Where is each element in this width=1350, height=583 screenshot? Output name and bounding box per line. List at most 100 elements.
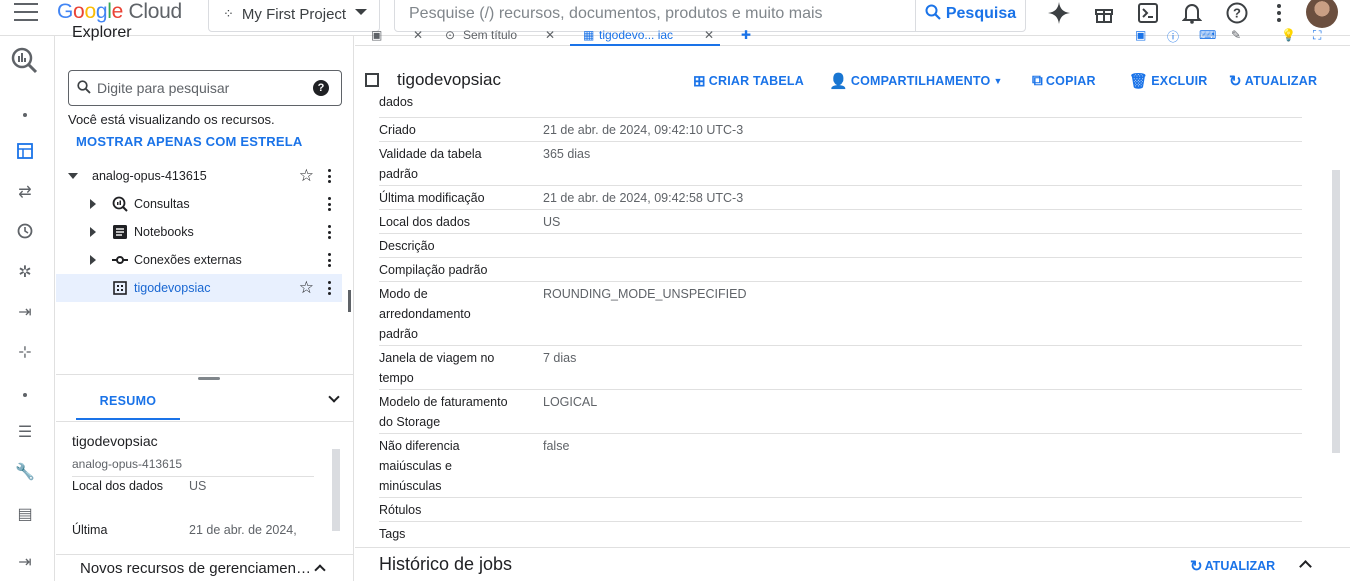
query-tab-icon: ⊙: [445, 28, 456, 42]
expand-arrow-icon[interactable]: [90, 227, 96, 237]
create-table-label: CRIAR TABELA: [708, 74, 804, 88]
info-icon[interactable]: ⓘ: [1167, 28, 1179, 45]
share-button[interactable]: 👤 COMPARTILHAMENTO ▼: [829, 72, 1003, 90]
drag-handle[interactable]: [198, 377, 220, 380]
more-vert-icon[interactable]: [328, 225, 332, 239]
terminal-icon[interactable]: [1138, 0, 1158, 26]
tree-project-row[interactable]: analog-opus-413615 ☆: [56, 162, 342, 190]
expand-rail-icon[interactable]: ⇥: [15, 553, 35, 573]
dataset-details: dados Criado 21 de abr. de 2024, 09:42:1…: [379, 94, 1302, 541]
delete-button[interactable]: 🗑 EXCLUIR: [1129, 72, 1208, 90]
history-icon[interactable]: [15, 223, 35, 243]
partner-center-icon[interactable]: ⊹: [15, 343, 35, 363]
release-notes-icon[interactable]: ▤: [15, 505, 35, 525]
create-table-button[interactable]: ⊞ CRIAR TABELA: [693, 72, 804, 90]
notifications-icon[interactable]: [1182, 0, 1202, 26]
detail-row: Janela de viagem no tempo 7 dias: [379, 346, 1302, 390]
tips-icon[interactable]: 💡: [1281, 28, 1296, 42]
wrench-icon[interactable]: 🔧: [15, 463, 35, 483]
logo-cloud-text: Cloud: [128, 0, 183, 23]
trash-icon: 🗑: [1129, 73, 1149, 90]
google-cloud-logo[interactable]: Google Cloud: [57, 0, 182, 24]
tree-item-label: tigodevopsiac: [134, 281, 211, 295]
analytics-hub-icon[interactable]: ✲: [15, 263, 35, 283]
more-vert-icon[interactable]: [328, 253, 332, 267]
connection-icon: [112, 253, 128, 270]
summary-label: Última modificação: [72, 523, 108, 537]
detail-value: 7 dias: [543, 351, 577, 365]
avatar[interactable]: [1306, 0, 1338, 28]
menu-icon[interactable]: [14, 3, 38, 21]
chevron-up-icon[interactable]: [314, 564, 326, 576]
detail-label: Criado: [379, 123, 416, 137]
tree-item-notebooks[interactable]: Notebooks: [56, 218, 342, 246]
copy-button[interactable]: ⧉ COPIAR: [1032, 72, 1096, 89]
home-tab-icon[interactable]: ▣: [371, 28, 382, 42]
explorer-icon[interactable]: [15, 143, 35, 163]
more-vert-icon[interactable]: [328, 197, 332, 211]
tab-untitled[interactable]: Sem título: [463, 28, 517, 42]
more-vert-icon[interactable]: [1276, 0, 1282, 26]
save-icon[interactable]: ▣: [1135, 28, 1146, 42]
explorer-search-input[interactable]: Digite para pesquisar ?: [68, 70, 342, 106]
detail-row: Rótulos: [379, 498, 1302, 522]
more-vert-icon[interactable]: [328, 169, 332, 183]
detail-value: US: [543, 215, 561, 229]
refresh-label: ATUALIZAR: [1244, 74, 1318, 88]
detail-label: Modo de arredondamento padrão: [379, 287, 471, 341]
tab-dataset[interactable]: tigodevo... iac: [599, 28, 673, 42]
tab-summary[interactable]: RESUMO: [76, 385, 180, 420]
edit-icon[interactable]: ✎: [1231, 28, 1241, 42]
chevron-down-icon: [355, 9, 367, 15]
help-icon[interactable]: ?: [1226, 0, 1248, 26]
help-icon[interactable]: ?: [313, 80, 329, 96]
chevron-down-icon[interactable]: [328, 391, 340, 403]
share-label: COMPARTILHAMENTO: [850, 74, 991, 88]
dataflow-icon[interactable]: ⇥: [15, 303, 35, 323]
tree-item-dataset[interactable]: tigodevopsiac ☆: [56, 274, 342, 302]
notebook-icon: [113, 225, 127, 242]
gift-icon[interactable]: [1094, 0, 1114, 26]
close-icon[interactable]: ✕: [704, 28, 714, 42]
detail-label: Compilação padrão: [379, 263, 488, 277]
fullscreen-icon[interactable]: ⛶: [1313, 28, 1321, 43]
search-placeholder: Pesquise (/) recursos, documentos, produ…: [409, 5, 823, 22]
tree-item-queries[interactable]: Consultas: [56, 190, 342, 218]
new-features-text: Novos recursos de gerenciamen…: [80, 560, 311, 577]
copy-label: COPIAR: [1045, 73, 1096, 88]
detail-label: Tags: [379, 527, 406, 541]
explorer-scrollbar[interactable]: [348, 290, 351, 312]
bigquery-icon[interactable]: [10, 46, 38, 74]
new-features-banner[interactable]: Novos recursos de gerenciamen…: [56, 554, 354, 582]
tree-project-label: analog-opus-413615: [92, 169, 207, 183]
page-title: tigodevopsiac: [397, 70, 501, 89]
summary-value: 21 de abr. de 2024,: [189, 523, 297, 537]
refresh-icon: ↻: [1190, 558, 1203, 575]
close-icon[interactable]: ✕: [545, 28, 555, 42]
chevron-up-icon[interactable]: [1299, 560, 1312, 573]
new-tab-icon[interactable]: ✚: [741, 28, 751, 42]
close-icon[interactable]: ✕: [413, 28, 423, 42]
show-starred-link[interactable]: MOSTRAR APENAS COM ESTRELA: [76, 134, 302, 149]
list-icon[interactable]: ☰: [15, 423, 35, 443]
expand-arrow-icon[interactable]: [90, 199, 96, 209]
add-box-icon: ⊞: [693, 73, 706, 90]
star-icon[interactable]: ☆: [299, 278, 314, 298]
more-vert-icon[interactable]: [328, 281, 332, 295]
detail-label: Local dos dados: [379, 215, 471, 229]
detail-label: Janela de viagem no tempo: [379, 351, 495, 385]
job-history-refresh-button[interactable]: ↻ ATUALIZAR: [1190, 557, 1275, 575]
detail-value: 21 de abr. de 2024, 09:42:10 UTC-3: [543, 123, 744, 137]
expand-arrow-icon[interactable]: [68, 173, 78, 179]
star-icon[interactable]: ☆: [299, 166, 314, 186]
details-scrollbar[interactable]: [1332, 170, 1340, 453]
detail-value: 21 de abr. de 2024, 09:42:58 UTC-3: [543, 191, 744, 205]
gemini-icon[interactable]: [1048, 0, 1070, 26]
transfers-icon[interactable]: ⇄: [15, 183, 35, 203]
summary-scrollbar[interactable]: [332, 449, 340, 531]
expand-arrow-icon[interactable]: [90, 255, 96, 265]
keyboard-icon[interactable]: ⌨: [1199, 28, 1216, 42]
refresh-button[interactable]: ↻ ATUALIZAR: [1229, 72, 1317, 90]
tree-item-connections[interactable]: Conexões externas: [56, 246, 342, 274]
tab-strip: ▣ ✕ ⊙ Sem título ✕ ▦ tigodevo... iac ✕ ✚…: [355, 26, 1350, 46]
